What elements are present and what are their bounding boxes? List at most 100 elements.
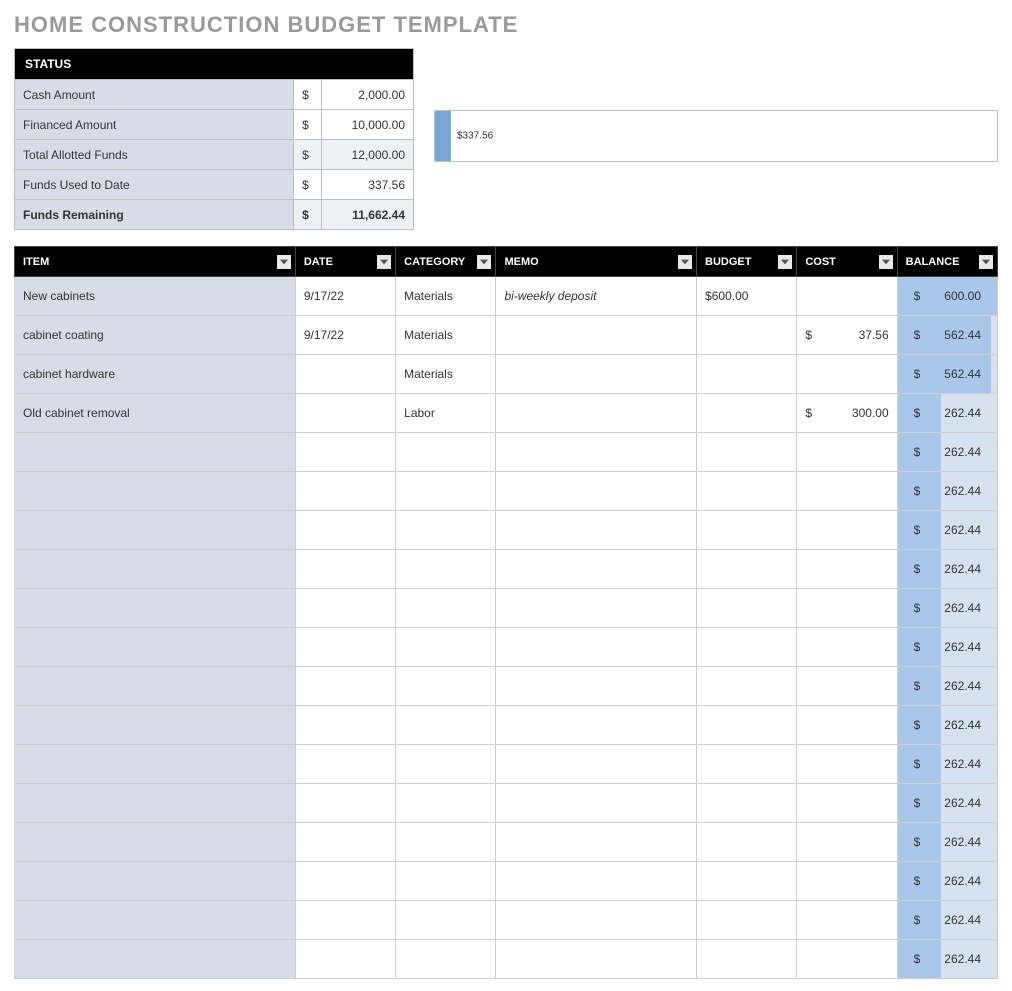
cell-date[interactable] [295, 589, 395, 628]
cell-date[interactable] [295, 472, 395, 511]
table-row[interactable]: $262.44 [15, 472, 998, 511]
cell-item[interactable] [15, 745, 296, 784]
col-header-budget[interactable]: BUDGET [697, 247, 797, 277]
cell-cost[interactable]: $37.56 [797, 316, 897, 355]
cell-date[interactable] [295, 823, 395, 862]
cell-memo[interactable] [496, 628, 697, 667]
cell-budget[interactable]: $600.00 [697, 277, 797, 316]
cell-cost[interactable] [797, 823, 897, 862]
cell-category[interactable] [396, 706, 496, 745]
cell-balance[interactable]: $262.44 [897, 628, 997, 667]
cell-date[interactable] [295, 511, 395, 550]
cell-balance[interactable]: $262.44 [897, 784, 997, 823]
cell-item[interactable] [15, 511, 296, 550]
cell-item[interactable] [15, 628, 296, 667]
table-row[interactable]: $262.44 [15, 745, 998, 784]
cell-memo[interactable] [496, 511, 697, 550]
col-header-item[interactable]: ITEM [15, 247, 296, 277]
table-row[interactable]: $262.44 [15, 862, 998, 901]
cell-balance[interactable]: $262.44 [897, 667, 997, 706]
table-row[interactable]: $262.44 [15, 706, 998, 745]
cell-date[interactable] [295, 628, 395, 667]
table-row[interactable]: $262.44 [15, 823, 998, 862]
cell-category[interactable]: Materials [396, 355, 496, 394]
cell-item[interactable] [15, 472, 296, 511]
cell-balance[interactable]: $262.44 [897, 394, 997, 433]
cell-category[interactable]: Materials [396, 277, 496, 316]
cell-date[interactable] [295, 394, 395, 433]
cell-budget[interactable] [697, 511, 797, 550]
cell-item[interactable]: Old cabinet removal [15, 394, 296, 433]
cell-date[interactable] [295, 784, 395, 823]
cell-memo[interactable] [496, 940, 697, 979]
cell-item[interactable] [15, 901, 296, 940]
filter-dropdown-icon[interactable] [979, 255, 993, 269]
cell-budget[interactable] [697, 589, 797, 628]
cell-memo[interactable] [496, 394, 697, 433]
cell-category[interactable] [396, 901, 496, 940]
cell-cost[interactable] [797, 901, 897, 940]
cell-cost[interactable] [797, 355, 897, 394]
cell-category[interactable] [396, 472, 496, 511]
cell-balance[interactable]: $600.00 [897, 277, 997, 316]
cell-memo[interactable] [496, 901, 697, 940]
cell-cost[interactable] [797, 433, 897, 472]
cell-balance[interactable]: $562.44 [897, 355, 997, 394]
cell-item[interactable] [15, 823, 296, 862]
table-row[interactable]: $262.44 [15, 628, 998, 667]
cell-budget[interactable] [697, 316, 797, 355]
cell-item[interactable]: New cabinets [15, 277, 296, 316]
cell-balance[interactable]: $262.44 [897, 550, 997, 589]
cell-date[interactable]: 9/17/22 [295, 316, 395, 355]
table-row[interactable]: $262.44 [15, 511, 998, 550]
table-row[interactable]: $262.44 [15, 940, 998, 979]
table-row[interactable]: $262.44 [15, 589, 998, 628]
cell-budget[interactable] [697, 745, 797, 784]
cell-date[interactable] [295, 667, 395, 706]
cell-cost[interactable] [797, 550, 897, 589]
cell-balance[interactable]: $262.44 [897, 862, 997, 901]
cell-memo[interactable] [496, 550, 697, 589]
cell-cost[interactable] [797, 277, 897, 316]
cell-category[interactable] [396, 745, 496, 784]
filter-dropdown-icon[interactable] [778, 255, 792, 269]
cell-memo[interactable] [496, 706, 697, 745]
cell-item[interactable]: cabinet hardware [15, 355, 296, 394]
cell-date[interactable] [295, 745, 395, 784]
cell-budget[interactable] [697, 355, 797, 394]
cell-budget[interactable] [697, 667, 797, 706]
table-row[interactable]: $262.44 [15, 433, 998, 472]
cell-item[interactable]: cabinet coating [15, 316, 296, 355]
col-header-category[interactable]: CATEGORY [396, 247, 496, 277]
cell-cost[interactable] [797, 745, 897, 784]
cell-memo[interactable] [496, 316, 697, 355]
cell-cost[interactable] [797, 472, 897, 511]
cell-memo[interactable] [496, 472, 697, 511]
cell-balance[interactable]: $262.44 [897, 589, 997, 628]
cell-category[interactable] [396, 550, 496, 589]
cell-memo[interactable] [496, 589, 697, 628]
filter-dropdown-icon[interactable] [377, 255, 391, 269]
cell-item[interactable] [15, 589, 296, 628]
filter-dropdown-icon[interactable] [879, 255, 893, 269]
cell-item[interactable] [15, 862, 296, 901]
cell-category[interactable] [396, 862, 496, 901]
cell-budget[interactable] [697, 862, 797, 901]
filter-dropdown-icon[interactable] [678, 255, 692, 269]
cell-category[interactable]: Labor [396, 394, 496, 433]
cell-balance[interactable]: $262.44 [897, 901, 997, 940]
cell-memo[interactable] [496, 784, 697, 823]
cell-item[interactable] [15, 784, 296, 823]
cell-budget[interactable] [697, 472, 797, 511]
cell-item[interactable] [15, 667, 296, 706]
cell-category[interactable]: Materials [396, 316, 496, 355]
cell-cost[interactable] [797, 706, 897, 745]
cell-balance[interactable]: $262.44 [897, 472, 997, 511]
cell-balance[interactable]: $262.44 [897, 433, 997, 472]
table-row[interactable]: New cabinets9/17/22Materialsbi-weekly de… [15, 277, 998, 316]
cell-balance[interactable]: $262.44 [897, 745, 997, 784]
cell-cost[interactable] [797, 511, 897, 550]
cell-cost[interactable] [797, 667, 897, 706]
cell-category[interactable] [396, 433, 496, 472]
cell-category[interactable] [396, 940, 496, 979]
